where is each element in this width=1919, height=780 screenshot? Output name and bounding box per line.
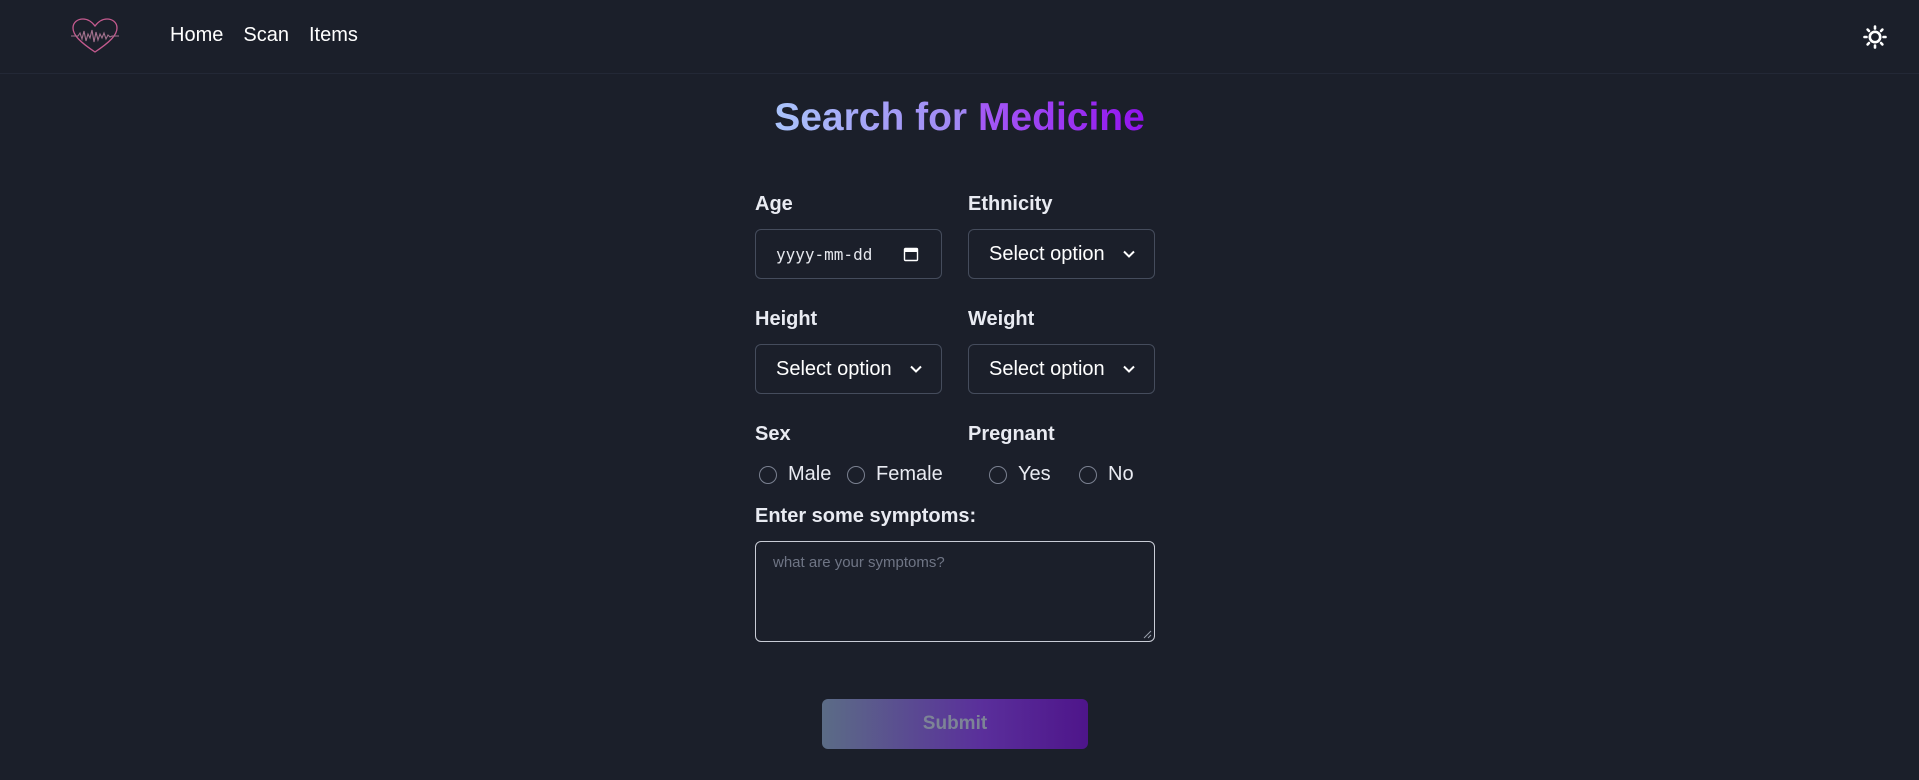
nav-link-items[interactable]: Items <box>309 24 358 47</box>
age-label: Age <box>755 193 793 215</box>
sun-icon[interactable] <box>1863 25 1887 49</box>
navbar: Home Scan Items <box>0 0 1919 74</box>
resize-grip-icon[interactable] <box>1143 630 1152 639</box>
sex-label: Sex <box>755 423 791 445</box>
radio-female[interactable] <box>847 465 865 484</box>
submit-button[interactable]: Submit <box>822 699 1088 749</box>
symptoms-label: Enter some symptoms: <box>755 505 977 527</box>
ethnicity-label: Ethnicity <box>968 193 1053 215</box>
page-title-part2: Medicine <box>977 96 1145 139</box>
sex-radio-male[interactable]: Male <box>759 463 831 486</box>
pregnant-label: Pregnant <box>968 423 1055 445</box>
radio-female-label: Female <box>876 463 943 485</box>
pregnant-radio-no[interactable]: No <box>1079 463 1134 486</box>
height-select[interactable]: Select option <box>755 344 942 394</box>
age-placeholder: yyyy-mm-dd <box>776 244 873 264</box>
chevron-down-icon <box>1123 250 1135 258</box>
heart-pulse-logo-icon[interactable] <box>70 17 120 55</box>
age-date-input[interactable]: yyyy-mm-dd <box>755 229 942 279</box>
page-title: Search for Medicine <box>0 96 1919 140</box>
radio-no[interactable] <box>1079 465 1097 484</box>
symptoms-textarea[interactable]: what are your symptoms? <box>755 541 1155 642</box>
weight-select[interactable]: Select option <box>968 344 1155 394</box>
radio-no-label: No <box>1108 463 1134 485</box>
height-label: Height <box>755 308 818 330</box>
chevron-down-icon <box>910 365 922 373</box>
chevron-down-icon <box>1123 365 1135 373</box>
weight-label: Weight <box>968 308 1035 330</box>
radio-yes-label: Yes <box>1018 463 1051 485</box>
pregnant-radio-yes[interactable]: Yes <box>989 463 1051 486</box>
height-value: Select option <box>776 357 892 380</box>
symptoms-placeholder: what are your symptoms? <box>773 554 945 571</box>
radio-male[interactable] <box>759 465 777 484</box>
nav-links: Home Scan Items <box>170 24 358 47</box>
ethnicity-value: Select option <box>989 242 1105 265</box>
radio-male-label: Male <box>788 463 832 485</box>
radio-yes[interactable] <box>989 465 1007 484</box>
page-title-part1: Search for <box>774 96 968 139</box>
calendar-icon[interactable] <box>903 246 919 262</box>
ethnicity-select[interactable]: Select option <box>968 229 1155 279</box>
nav-link-home[interactable]: Home <box>170 24 223 47</box>
nav-link-scan[interactable]: Scan <box>243 24 289 47</box>
sex-radio-female[interactable]: Female <box>847 463 943 486</box>
weight-value: Select option <box>989 357 1105 380</box>
